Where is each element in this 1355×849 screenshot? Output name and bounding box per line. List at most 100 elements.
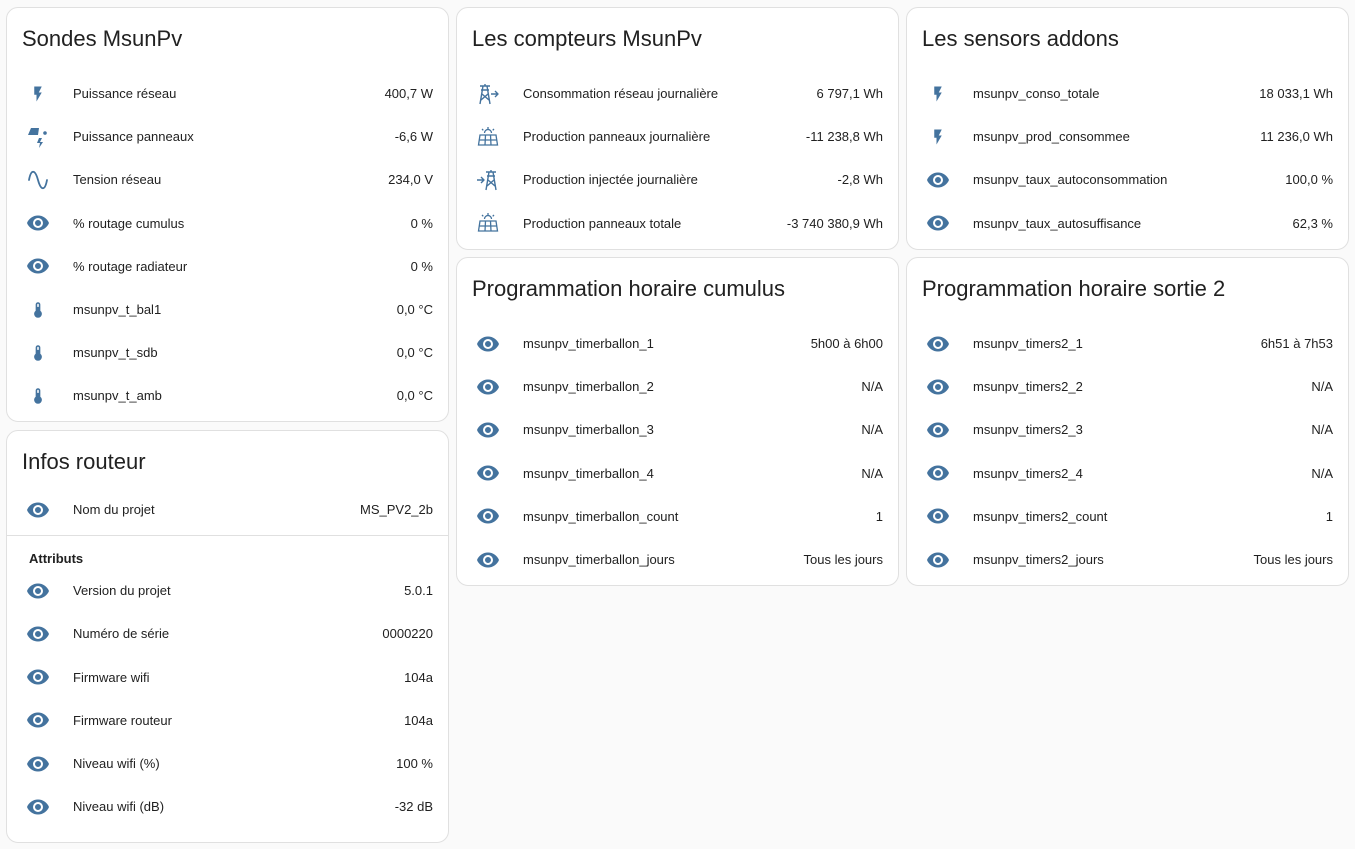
solar-power-icon xyxy=(26,125,60,149)
entity-row[interactable]: Firmware wifi 104a xyxy=(7,656,448,699)
entity-row-nom-du-projet[interactable]: Nom du projet MS_PV2_2b xyxy=(7,488,448,531)
entity-row[interactable]: msunpv_timers2_4 N/A xyxy=(907,452,1348,495)
entity-state: 100 % xyxy=(396,756,433,772)
entity-name: msunpv_timers2_4 xyxy=(973,465,1083,481)
eye-icon xyxy=(26,708,60,732)
entity-state: Tous les jours xyxy=(1253,552,1333,568)
entity-name: msunpv_timerballon_jours xyxy=(523,552,675,568)
entity-name: msunpv_timerballon_1 xyxy=(523,336,654,352)
card-sondes-msunpv: Sondes MsunPv Puissance réseau 400,7 W Pui… xyxy=(6,7,449,422)
eye-icon xyxy=(926,332,960,356)
entity-row[interactable]: msunpv_timers2_3 N/A xyxy=(907,408,1348,451)
entity-state: 0 % xyxy=(410,215,433,231)
entity-name: msunpv_t_sdb xyxy=(73,345,158,361)
entity-row[interactable]: Production injectée journalière -2,8 Wh xyxy=(457,158,898,201)
card-title: Programmation horaire sortie 2 xyxy=(922,276,1226,301)
entity-row[interactable]: msunpv_timers2_2 N/A xyxy=(907,365,1348,408)
entity-list: Puissance réseau 400,7 W Puissance panneau… xyxy=(7,72,448,418)
card-infos-routeur: Infos routeur Nom du projet MS_PV2_2b At… xyxy=(6,430,449,843)
entity-state: 104a xyxy=(404,712,433,728)
entity-row[interactable]: Production panneaux totale -3 740 380,9 W… xyxy=(457,202,898,245)
entity-row[interactable]: Puissance panneaux -6,6 W xyxy=(7,115,448,158)
eye-icon xyxy=(926,548,960,572)
eye-icon xyxy=(926,168,960,192)
entity-row[interactable]: msunpv_timers2_1 6h51 à 7h53 xyxy=(907,322,1348,365)
entity-name: Consommation réseau journalière xyxy=(523,86,719,102)
entity-name: Niveau wifi (%) xyxy=(73,756,160,772)
entity-row[interactable]: Niveau wifi (%) 100 % xyxy=(7,742,448,785)
entity-row[interactable]: msunpv_timers2_count 1 xyxy=(907,495,1348,538)
entity-name: msunpv_timers2_2 xyxy=(973,379,1083,395)
entity-row[interactable]: msunpv_taux_autoconsommation 100,0 % xyxy=(907,158,1348,201)
entity-row[interactable]: msunpv_t_amb 0,0 °C xyxy=(7,374,448,417)
entity-row[interactable]: Firmware routeur 104a xyxy=(7,699,448,742)
entity-row[interactable]: Version du projet 5.0.1 xyxy=(7,569,448,612)
entity-row[interactable]: % routage cumulus 0 % xyxy=(7,202,448,245)
entity-row[interactable]: msunpv_timerballon_4 N/A xyxy=(457,452,898,495)
entity-name: Puissance réseau xyxy=(73,86,177,102)
eye-icon xyxy=(926,504,960,528)
eye-icon xyxy=(26,795,60,819)
entity-state: 0 % xyxy=(410,258,433,274)
entity-row[interactable]: Production panneaux journalière -11 238,8… xyxy=(457,115,898,158)
eye-icon xyxy=(26,665,60,689)
entity-state: 1 xyxy=(1325,508,1333,524)
entity-state: N/A xyxy=(1311,465,1333,481)
eye-icon xyxy=(926,211,960,235)
entity-row[interactable]: msunpv_t_sdb 0,0 °C xyxy=(7,331,448,374)
card-programmation-cumulus: Programmation horaire cumulus msunpv_tim… xyxy=(456,257,899,586)
entity-name: Niveau wifi (dB) xyxy=(73,799,165,815)
entity-row[interactable]: % routage radiateur 0 % xyxy=(7,245,448,288)
entity-name: msunpv_timerballon_3 xyxy=(523,422,654,438)
entity-row[interactable]: Tension réseau 234,0 V xyxy=(7,158,448,201)
entity-row[interactable]: msunpv_timerballon_3 N/A xyxy=(457,408,898,451)
eye-icon xyxy=(926,375,960,399)
flash-icon xyxy=(926,125,960,149)
entity-state: N/A xyxy=(1311,422,1333,438)
card-compteurs-msunpv: Les compteurs MsunPv Consommation réseau… xyxy=(456,7,899,250)
entity-name: Puissance panneaux xyxy=(73,129,194,145)
card-title: Infos routeur xyxy=(22,449,146,474)
entity-row[interactable]: Consommation réseau journalière 6 797,1 W… xyxy=(457,72,898,115)
entity-name: Production injectée journalière xyxy=(523,172,698,188)
entity-name: Firmware routeur xyxy=(73,712,172,728)
eye-icon xyxy=(26,254,60,278)
entity-row[interactable]: msunpv_prod_consommee 11 236,0 Wh xyxy=(907,115,1348,158)
entity-state: 100,0 % xyxy=(1285,172,1333,188)
flash-icon xyxy=(926,82,960,106)
entity-row[interactable]: msunpv_timerballon_2 N/A xyxy=(457,365,898,408)
entity-name: msunpv_t_bal1 xyxy=(73,302,162,318)
eye-icon xyxy=(26,622,60,646)
entity-name: msunpv_timers2_1 xyxy=(973,336,1083,352)
entity-row[interactable]: msunpv_timers2_jours Tous les jours xyxy=(907,538,1348,581)
entity-row[interactable]: msunpv_t_bal1 0,0 °C xyxy=(7,288,448,331)
card-sensors-addons: Les sensors addons msunpv_conso_totale 18… xyxy=(906,7,1349,250)
entity-row[interactable]: Niveau wifi (dB) -32 dB xyxy=(7,785,448,828)
entity-state: 400,7 W xyxy=(384,86,433,102)
entity-row[interactable]: msunpv_conso_totale 18 033,1 Wh xyxy=(907,72,1348,115)
card-programmation-sortie-2: Programmation horaire sortie 2 msunpv_ti… xyxy=(906,257,1349,586)
entity-name: msunpv_taux_autosuffisance xyxy=(973,215,1142,231)
transmission-tower-import-icon xyxy=(476,82,510,106)
eye-icon xyxy=(26,752,60,776)
entity-name: msunpv_taux_autoconsommation xyxy=(973,172,1168,188)
entity-row[interactable]: Puissance réseau 400,7 W xyxy=(7,72,448,115)
entity-state: -32 dB xyxy=(394,799,433,815)
entity-name: % routage radiateur xyxy=(73,258,188,274)
card-title: Les compteurs MsunPv xyxy=(472,26,702,51)
eye-icon xyxy=(476,548,510,572)
entity-state: -11 238,8 Wh xyxy=(805,129,883,145)
entity-name: Numéro de série xyxy=(73,626,170,642)
entity-row[interactable]: msunpv_timerballon_1 5h00 à 6h00 xyxy=(457,322,898,365)
entity-row[interactable]: msunpv_timerballon_count 1 xyxy=(457,495,898,538)
eye-icon xyxy=(26,211,60,235)
entity-row[interactable]: msunpv_timerballon_jours Tous les jours xyxy=(457,538,898,581)
entity-state: 104a xyxy=(404,669,433,685)
eye-icon xyxy=(476,418,510,442)
entity-name: msunpv_timerballon_4 xyxy=(523,465,654,481)
entity-row[interactable]: Numéro de série 0000220 xyxy=(7,612,448,655)
entity-row[interactable]: msunpv_taux_autosuffisance 62,3 % xyxy=(907,202,1348,245)
entity-name: msunpv_timerballon_count xyxy=(523,508,679,524)
card-title: Programmation horaire cumulus xyxy=(472,276,786,301)
entity-state: -6,6 W xyxy=(394,129,433,145)
